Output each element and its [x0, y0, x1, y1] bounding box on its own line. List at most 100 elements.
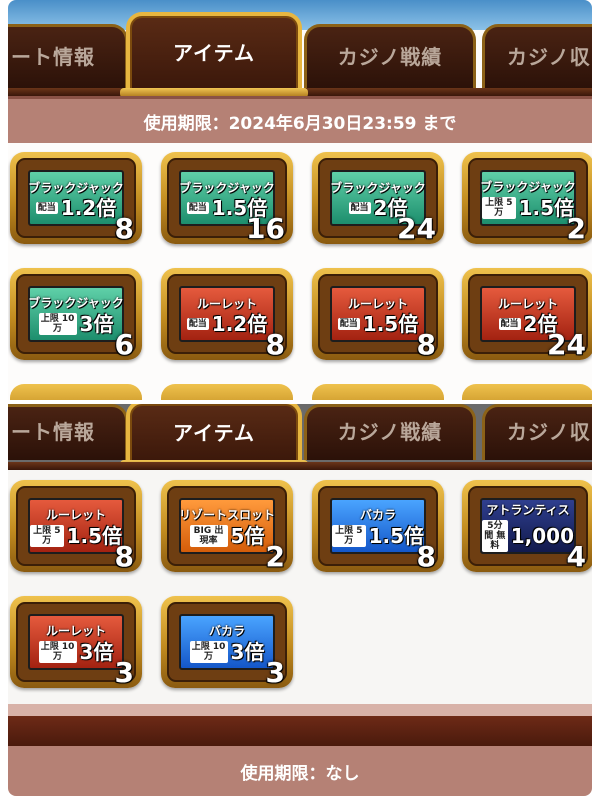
- item-card[interactable]: ブラックジャック 配当 1.5倍 16: [161, 152, 293, 244]
- item-count: 8: [114, 540, 134, 573]
- expiry-text: 使用期限：なし: [240, 763, 360, 784]
- ticket-effect-value: 5倍: [230, 523, 265, 548]
- ticket-game-name: ブラックジャック: [480, 179, 576, 194]
- ticket-effect: 配当 1.5倍: [337, 311, 419, 336]
- casino-ticket-icon: バカラ上限 5万 1.5倍: [330, 498, 426, 554]
- tab-items[interactable]: アイテム: [120, 12, 308, 98]
- ticket-effect-value: 3倍: [79, 639, 114, 664]
- casino-ticket-icon: バカラ 上限 10万 3倍: [179, 614, 275, 670]
- casino-ticket-icon: リゾートスロット BIG 出現率 5倍: [179, 498, 275, 554]
- item-card[interactable]: ルーレット 配当 2倍 24: [462, 268, 592, 360]
- ticket-effect-label: 配当: [35, 201, 58, 214]
- footer-bar: [8, 716, 592, 746]
- ticket-effect-value: 3倍: [79, 311, 114, 336]
- ticket-effect-label: BIG 出現率: [189, 524, 228, 547]
- ticket-effect: 配当 1.2倍: [35, 195, 117, 220]
- ticket-effect: 5分間 無料 1,000: [482, 519, 574, 552]
- casino-ticket-icon: ルーレット 配当 1.5倍: [330, 286, 426, 342]
- ticket-effect-label: 上限 5万: [482, 196, 516, 219]
- casino-ticket-icon: ブラックジャック上限 5万 1.5倍: [480, 170, 576, 226]
- item-card[interactable]: ブラックジャック 配当 2倍 24: [312, 152, 444, 244]
- ticket-effect-label: 上限 10万: [38, 312, 77, 335]
- casino-ticket-icon: ルーレット 上限 10万 3倍: [28, 614, 124, 670]
- item-card-partial[interactable]: [462, 384, 592, 400]
- tab-casino-record[interactable]: カジノ戦績: [304, 24, 476, 90]
- item-card[interactable]: ブラックジャック 配当 1.2倍 8: [10, 152, 142, 244]
- ticket-effect-label: 上限 10万: [38, 640, 77, 663]
- top-panel: ート情報 カジノ戦績 カジノ収 アイテム 使用期限：2024年6月30日23:5…: [8, 0, 592, 400]
- tab-bar: ート情報 カジノ戦績 カジノ収 アイテム: [8, 404, 592, 470]
- ticket-effect: 上限 5万 1.5倍: [332, 524, 424, 547]
- item-card-partial[interactable]: [161, 384, 293, 400]
- item-card[interactable]: バカラ上限 5万 1.5倍 8: [312, 480, 444, 572]
- tab-underline: [8, 462, 592, 470]
- item-count: 3: [265, 656, 285, 689]
- item-count: 8: [416, 540, 436, 573]
- tab-bar: ート情報 カジノ戦績 カジノ収 アイテム: [8, 0, 592, 98]
- item-card-partial[interactable]: [10, 384, 142, 400]
- ticket-game-name: バカラ: [208, 623, 245, 638]
- ticket-game-name: ルーレット: [196, 296, 257, 311]
- ticket-game-name: ルーレット: [347, 296, 408, 311]
- ticket-effect-label: 配当: [186, 201, 209, 214]
- item-count: 8: [416, 328, 436, 361]
- ticket-effect-label: 配当: [186, 317, 209, 330]
- item-card-partial[interactable]: [312, 384, 444, 400]
- ticket-effect-label: 配当: [498, 317, 521, 330]
- ticket-effect-label: 上限 5万: [332, 524, 366, 547]
- item-count: 8: [265, 328, 285, 361]
- ticket-effect-label: 配当: [337, 317, 360, 330]
- ticket-effect-value: 3倍: [230, 639, 265, 664]
- casino-ticket-icon: ブラックジャック 上限 10万 3倍: [28, 286, 124, 342]
- casino-ticket-icon: アトランティス 5分間 無料 1,000: [480, 498, 576, 554]
- expiry-banner: 使用期限：なし: [8, 746, 592, 796]
- tab-casino-record[interactable]: カジノ戦績: [304, 404, 476, 460]
- tab-resort-info[interactable]: ート情報: [8, 24, 128, 90]
- item-card[interactable]: ルーレット 上限 5万 1.5倍 8: [10, 480, 142, 572]
- tab-casino-income[interactable]: カジノ収: [482, 24, 592, 90]
- bottom-panel: ート情報 カジノ戦績 カジノ収 アイテム ルーレット 上限 5万 1.5倍 8 リゾート…: [8, 404, 592, 796]
- tab-casino-income[interactable]: カジノ収: [482, 404, 592, 460]
- item-count: 24: [547, 328, 586, 361]
- ticket-effect-value: 1.5倍: [362, 311, 419, 336]
- ticket-effect: 上限 10万 3倍: [38, 639, 114, 664]
- ticket-game-name: アトランティス: [486, 502, 570, 517]
- item-card[interactable]: リゾートスロット BIG 出現率 5倍 2: [161, 480, 293, 572]
- item-card[interactable]: アトランティス 5分間 無料 1,000 4: [462, 480, 592, 572]
- ticket-effect: 上限 5万 1.5倍: [30, 524, 122, 547]
- item-card[interactable]: ルーレット 配当 1.2倍 8: [161, 268, 293, 360]
- ticket-effect-label: 配当: [348, 201, 371, 214]
- item-count: 8: [114, 212, 134, 245]
- item-count: 2: [265, 540, 285, 573]
- tab-resort-info[interactable]: ート情報: [8, 404, 128, 460]
- ticket-game-name: ブラックジャック: [330, 180, 426, 195]
- ticket-effect: 上限 10万 3倍: [38, 311, 114, 336]
- item-card[interactable]: ルーレット 配当 1.5倍 8: [312, 268, 444, 360]
- item-count: 24: [397, 212, 436, 245]
- item-card[interactable]: バカラ 上限 10万 3倍 3: [161, 596, 293, 688]
- casino-ticket-icon: ルーレット 配当 1.2倍: [179, 286, 275, 342]
- ticket-effect: 上限 5万 1.5倍: [482, 196, 574, 219]
- ticket-effect: 上限 10万 3倍: [189, 639, 265, 664]
- ticket-effect-value: 1.2倍: [60, 195, 117, 220]
- item-card[interactable]: ブラックジャック 上限 10万 3倍 6: [10, 268, 142, 360]
- ticket-game-name: ルーレット: [497, 296, 558, 311]
- item-card[interactable]: ブラックジャック上限 5万 1.5倍 2: [462, 152, 592, 244]
- expiry-text: 使用期限：2024年6月30日23:59 まで: [143, 113, 457, 134]
- ticket-game-name: バカラ: [359, 507, 396, 522]
- ticket-game-name: ルーレット: [45, 623, 106, 638]
- ticket-effect-label: 5分間 無料: [482, 519, 508, 552]
- item-count: 2: [566, 212, 586, 245]
- ticket-game-name: ブラックジャック: [28, 180, 124, 195]
- item-count: 6: [114, 328, 134, 361]
- tab-items[interactable]: アイテム: [120, 404, 308, 470]
- ticket-effect: 配当 1.2倍: [186, 311, 268, 336]
- ticket-effect-label: 上限 5万: [30, 524, 64, 547]
- casino-ticket-icon: ブラックジャック 配当 1.2倍: [28, 170, 124, 226]
- item-count: 3: [114, 656, 134, 689]
- ticket-effect-value: 1,000: [510, 523, 574, 548]
- ticket-effect-value: 1.2倍: [211, 311, 268, 336]
- item-card[interactable]: ルーレット 上限 10万 3倍 3: [10, 596, 142, 688]
- footer-separator: [8, 704, 592, 716]
- ticket-game-name: ブラックジャック: [28, 295, 124, 310]
